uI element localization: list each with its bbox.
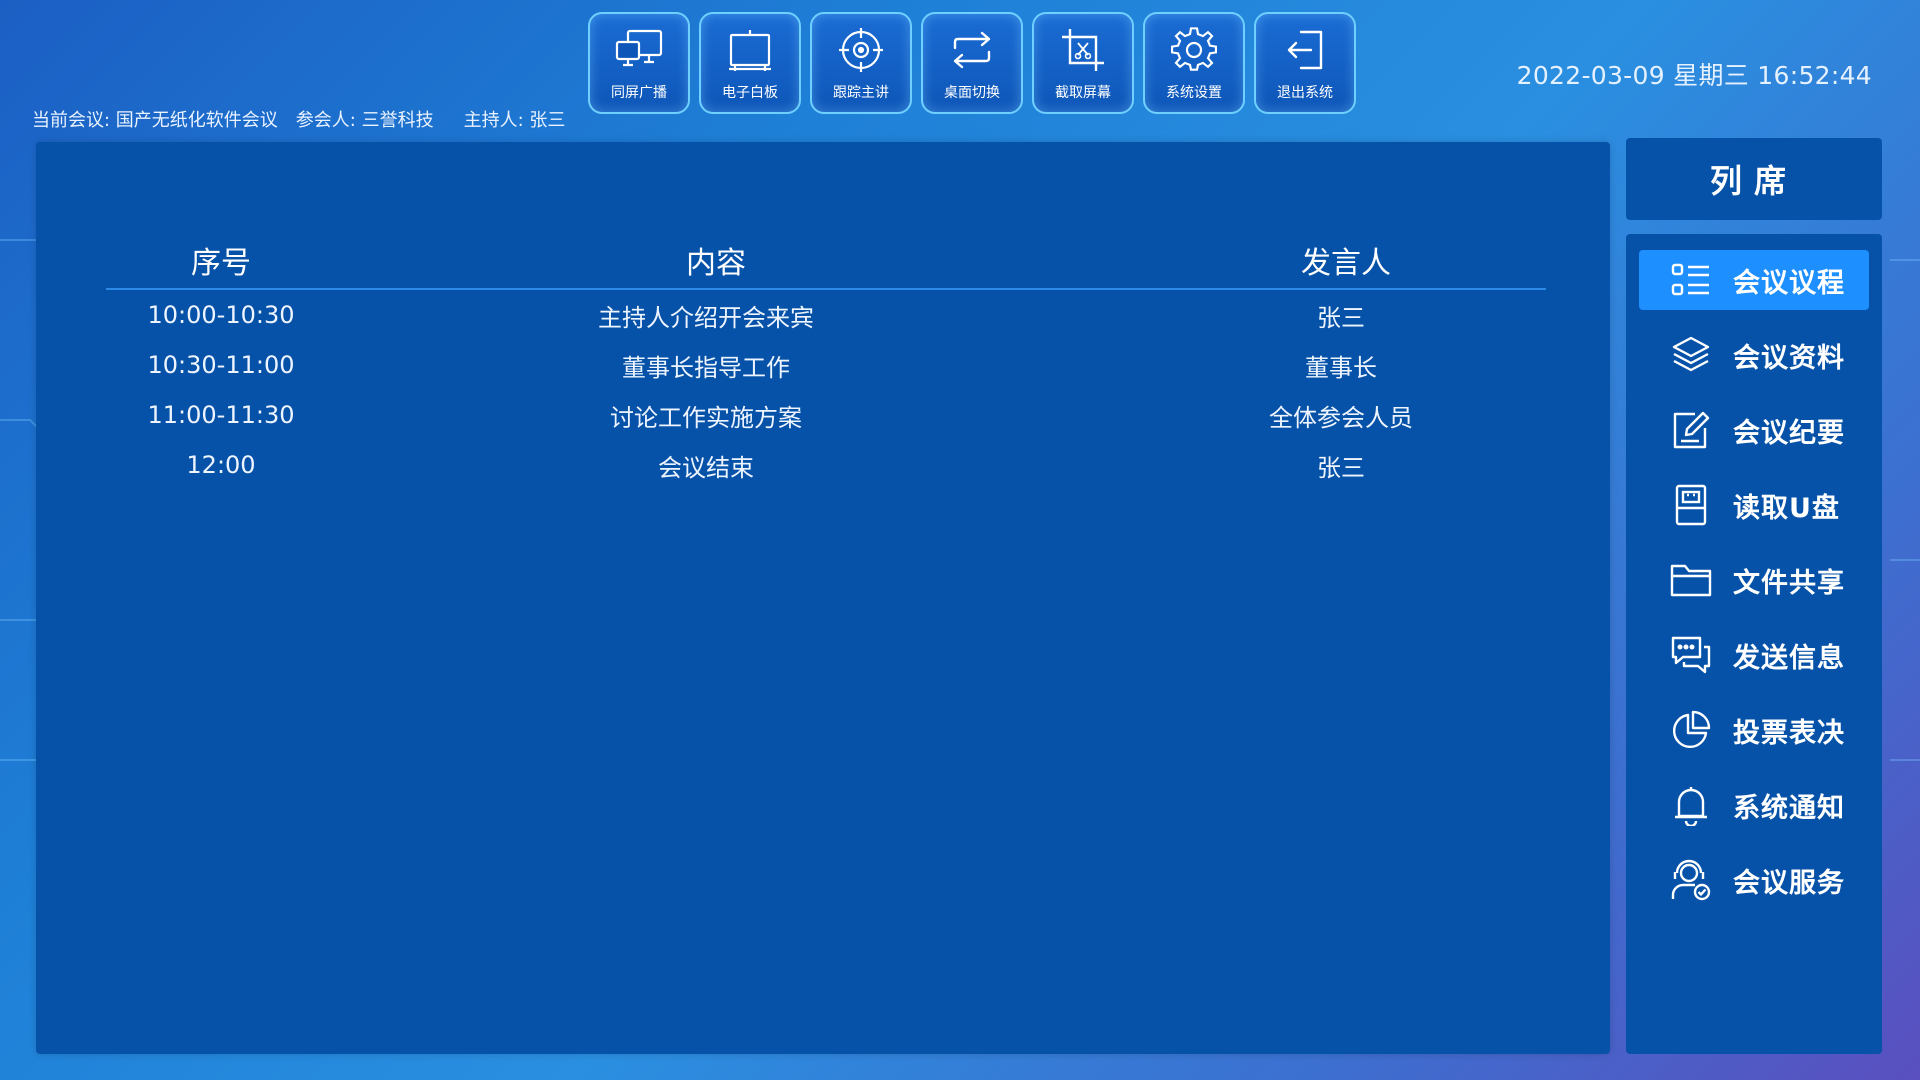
sidebar-item-label: 投票表决	[1733, 717, 1845, 749]
row-speaker: 全体参会人员	[1269, 403, 1413, 432]
folder-icon	[1669, 558, 1713, 602]
row-speaker: 张三	[1317, 303, 1365, 332]
meeting-attendee: 参会人: 三誉科技	[295, 110, 434, 131]
datetime-display: 2022-03-09 星期三 16:52:44	[1516, 61, 1872, 90]
agenda-table: 序号 内容 发言人 10:00-10:30 主持人介绍开会来宾 张三 10:30…	[106, 232, 1546, 490]
track-speaker-label: 跟踪主讲	[833, 85, 889, 101]
meeting-host: 主持人: 张三	[463, 110, 566, 131]
sidebar-item-label: 会议议程	[1733, 267, 1845, 299]
row-content: 主持人介绍开会来宾	[598, 303, 814, 332]
sidebar-item-notification[interactable]: 系统通知	[1639, 775, 1869, 835]
sidebar-item-minutes[interactable]: 会议纪要	[1639, 400, 1869, 460]
current-meeting: 当前会议: 国产无纸化软件会议	[32, 110, 278, 131]
screenshot-label: 截取屏幕	[1055, 85, 1111, 101]
settings-button[interactable]: 系统设置	[1143, 12, 1245, 114]
broadcast-label: 同屏广播	[611, 85, 667, 101]
exit-icon	[1279, 24, 1331, 76]
sidebar-item-label: 文件共享	[1733, 567, 1845, 599]
row-time: 11:00-11:30	[147, 401, 295, 429]
whiteboard-icon	[724, 24, 776, 76]
service-agent-icon	[1669, 858, 1713, 902]
swap-arrows-icon	[946, 24, 998, 76]
row-content: 会议结束	[658, 453, 754, 482]
sidebar-item-agenda[interactable]: 会议议程	[1639, 250, 1869, 310]
crosshair-target-icon	[835, 24, 887, 76]
sidebar-menu: 会议议程 会议资料 会议纪要 读取U盘 文件共享 发送信息 投票表决 系统通知 …	[1626, 234, 1882, 1054]
crop-scissors-icon	[1057, 24, 1109, 76]
sidebar-item-file-share[interactable]: 文件共享	[1639, 550, 1869, 610]
whiteboard-label: 电子白板	[722, 85, 778, 101]
gear-icon	[1168, 24, 1220, 76]
table-row: 10:00-10:30 主持人介绍开会来宾 张三	[106, 290, 1546, 340]
desktop-switch-button[interactable]: 桌面切换	[921, 12, 1023, 114]
meeting-info-bar: 当前会议: 国产无纸化软件会议 参会人: 三誉科技 主持人: 张三	[32, 106, 583, 132]
sidebar-item-label: 会议服务	[1733, 867, 1845, 899]
bell-icon	[1669, 783, 1713, 827]
header-speaker: 发言人	[1301, 246, 1391, 281]
agenda-list-icon	[1669, 258, 1713, 302]
exit-button[interactable]: 退出系统	[1254, 12, 1356, 114]
sidebar-item-materials[interactable]: 会议资料	[1639, 325, 1869, 385]
sidebar-item-vote[interactable]: 投票表决	[1639, 700, 1869, 760]
sidebar-item-message[interactable]: 发送信息	[1639, 625, 1869, 685]
agenda-header-row: 序号 内容 发言人	[106, 232, 1546, 290]
screenshot-button[interactable]: 截取屏幕	[1032, 12, 1134, 114]
desktop-switch-label: 桌面切换	[944, 85, 1000, 101]
row-time: 12:00	[186, 451, 256, 479]
attendance-role-title: 列席	[1626, 138, 1882, 220]
row-speaker: 董事长	[1305, 353, 1377, 382]
row-time: 10:00-10:30	[147, 301, 295, 329]
row-content: 讨论工作实施方案	[610, 403, 802, 432]
settings-label: 系统设置	[1166, 85, 1222, 101]
row-content: 董事长指导工作	[622, 353, 790, 382]
usb-drive-icon	[1669, 483, 1713, 527]
top-toolbar: 同屏广播 电子白板 跟踪主讲 桌面切换 截取屏幕 系统设置 退出系统	[588, 12, 1356, 114]
chat-bubbles-icon	[1669, 633, 1713, 677]
whiteboard-button[interactable]: 电子白板	[699, 12, 801, 114]
track-speaker-button[interactable]: 跟踪主讲	[810, 12, 912, 114]
exit-label: 退出系统	[1277, 85, 1333, 101]
row-time: 10:30-11:00	[147, 351, 295, 379]
table-row: 12:00 会议结束 张三	[106, 440, 1546, 490]
broadcast-button[interactable]: 同屏广播	[588, 12, 690, 114]
sidebar-item-label: 系统通知	[1733, 792, 1845, 824]
layers-icon	[1669, 333, 1713, 377]
sidebar-item-usb[interactable]: 读取U盘	[1639, 475, 1869, 535]
header-content: 内容	[686, 246, 746, 281]
pie-chart-icon	[1669, 708, 1713, 752]
row-speaker: 张三	[1317, 453, 1365, 482]
sidebar-item-label: 会议资料	[1733, 342, 1845, 374]
sidebar-item-service[interactable]: 会议服务	[1639, 850, 1869, 910]
sidebar-item-label: 读取U盘	[1733, 492, 1840, 524]
table-row: 11:00-11:30 讨论工作实施方案 全体参会人员	[106, 390, 1546, 440]
agenda-panel: 序号 内容 发言人 10:00-10:30 主持人介绍开会来宾 张三 10:30…	[36, 142, 1610, 1054]
sidebar-item-label: 发送信息	[1733, 642, 1845, 674]
monitor-screens-icon	[613, 24, 665, 76]
edit-note-icon	[1669, 408, 1713, 452]
header-time: 序号	[191, 246, 251, 281]
table-row: 10:30-11:00 董事长指导工作 董事长	[106, 340, 1546, 390]
sidebar-item-label: 会议纪要	[1733, 417, 1845, 449]
